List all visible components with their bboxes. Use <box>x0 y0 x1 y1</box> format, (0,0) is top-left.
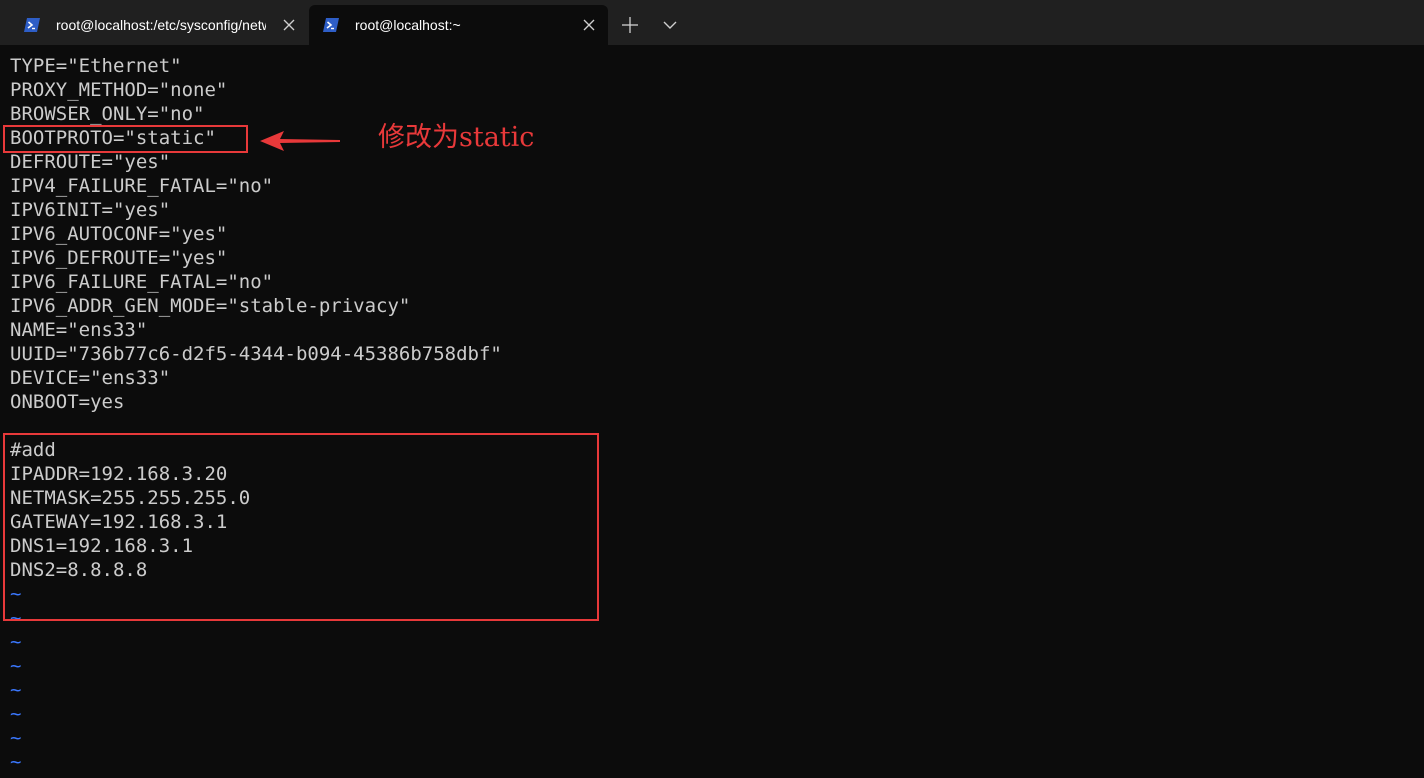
annotation-text: 修改为static <box>378 122 535 153</box>
empty-line-marker: ~ <box>10 751 22 773</box>
terminal-line: UUID="736b77c6-d2f5-4344-b094-45386b758d… <box>10 343 502 365</box>
tab-title: root@localhost:/etc/sysconfig/network-sc… <box>56 17 266 33</box>
empty-line-marker: ~ <box>10 679 22 701</box>
tab-network-scripts[interactable]: root@localhost:/etc/sysconfig/network-sc… <box>10 5 308 45</box>
added-settings-highlight-box <box>3 433 599 621</box>
terminal-line: IPV6_AUTOCONF="yes" <box>10 223 228 245</box>
empty-line-marker: ~ <box>10 655 22 677</box>
terminal-line: IPV6_ADDR_GEN_MODE="stable-privacy" <box>10 295 411 317</box>
terminal-content[interactable]: TYPE="Ethernet" PROXY_METHOD="none" BROW… <box>0 45 1424 778</box>
terminal-line: IPV4_FAILURE_FATAL="no" <box>10 175 274 197</box>
terminal-line: TYPE="Ethernet" <box>10 55 182 77</box>
close-icon[interactable] <box>282 18 296 32</box>
terminal-line: BROWSER_ONLY="no" <box>10 103 205 125</box>
tab-title: root@localhost:~ <box>355 17 461 33</box>
plus-icon[interactable] <box>620 15 640 35</box>
arrow-left-icon <box>260 131 340 151</box>
powershell-icon <box>24 18 40 32</box>
close-icon[interactable] <box>582 18 596 32</box>
terminal-line: IPV6_DEFROUTE="yes" <box>10 247 228 269</box>
empty-line-marker: ~ <box>10 703 22 725</box>
powershell-icon <box>323 18 339 32</box>
terminal-line: IPV6INIT="yes" <box>10 199 171 221</box>
tab-root-home[interactable]: root@localhost:~ <box>309 5 608 45</box>
tab-bar: root@localhost:/etc/sysconfig/network-sc… <box>0 0 1424 45</box>
empty-line-marker: ~ <box>10 727 22 749</box>
terminal-line: DEVICE="ens33" <box>10 367 171 389</box>
terminal-window: root@localhost:/etc/sysconfig/network-sc… <box>0 0 1424 778</box>
terminal-line: NAME="ens33" <box>10 319 148 341</box>
terminal-line: PROXY_METHOD="none" <box>10 79 228 101</box>
chevron-down-icon[interactable] <box>662 18 678 32</box>
terminal-line: IPV6_FAILURE_FATAL="no" <box>10 271 274 293</box>
terminal-line: ONBOOT=yes <box>10 391 125 413</box>
terminal-line: DEFROUTE="yes" <box>10 151 171 173</box>
bootproto-highlight-box <box>3 125 248 153</box>
empty-line-marker: ~ <box>10 631 22 653</box>
